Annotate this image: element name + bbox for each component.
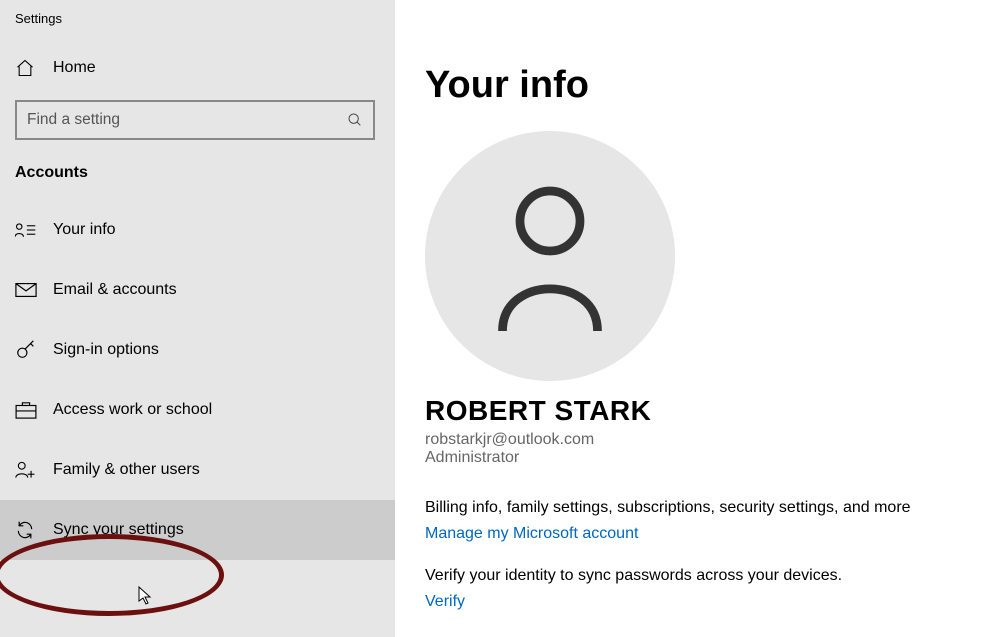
sidebar-item-label: Sync your settings bbox=[53, 521, 184, 539]
sidebar-item-label: Email & accounts bbox=[53, 281, 177, 299]
sync-icon bbox=[15, 520, 41, 540]
sidebar-item-sync-your-settings[interactable]: Sync your settings bbox=[0, 500, 395, 560]
avatar bbox=[425, 131, 675, 381]
briefcase-icon bbox=[15, 401, 41, 419]
person-icon bbox=[485, 181, 615, 331]
home-nav-item[interactable]: Home bbox=[0, 44, 395, 92]
sidebar-item-label: Family & other users bbox=[53, 461, 200, 479]
sidebar-item-family-other-users[interactable]: Family & other users bbox=[0, 440, 395, 500]
sidebar-item-label: Access work or school bbox=[53, 401, 212, 419]
sidebar-item-sign-in-options[interactable]: Sign-in options bbox=[0, 320, 395, 380]
page-title: Your info bbox=[425, 64, 960, 107]
search-input[interactable] bbox=[27, 111, 347, 129]
sidebar: Settings Home Accounts bbox=[0, 0, 395, 637]
sidebar-item-access-work-school[interactable]: Access work or school bbox=[0, 380, 395, 440]
app-title: Settings bbox=[0, 0, 395, 44]
user-role: Administrator bbox=[425, 449, 960, 467]
key-icon bbox=[15, 339, 41, 361]
envelope-icon bbox=[15, 282, 41, 298]
main-content: Your info ROBERT STARK robstarkjr@outloo… bbox=[395, 0, 990, 637]
home-label: Home bbox=[53, 59, 96, 77]
billing-description: Billing info, family settings, subscript… bbox=[425, 499, 960, 517]
verify-link[interactable]: Verify bbox=[425, 593, 465, 611]
search-icon bbox=[347, 112, 363, 128]
people-plus-icon bbox=[15, 460, 41, 480]
sidebar-item-label: Sign-in options bbox=[53, 341, 159, 359]
sidebar-item-your-info[interactable]: Your info bbox=[0, 200, 395, 260]
user-name: ROBERT STARK bbox=[425, 395, 960, 427]
verify-description: Verify your identity to sync passwords a… bbox=[425, 567, 960, 585]
manage-account-link[interactable]: Manage my Microsoft account bbox=[425, 525, 638, 543]
person-card-icon bbox=[15, 220, 41, 240]
user-email: robstarkjr@outlook.com bbox=[425, 431, 960, 449]
search-box[interactable] bbox=[15, 100, 375, 140]
home-icon bbox=[15, 58, 41, 78]
sidebar-item-label: Your info bbox=[53, 221, 116, 239]
sidebar-item-email-accounts[interactable]: Email & accounts bbox=[0, 260, 395, 320]
cursor-pointer-icon bbox=[138, 586, 152, 606]
section-header-accounts: Accounts bbox=[0, 158, 395, 200]
